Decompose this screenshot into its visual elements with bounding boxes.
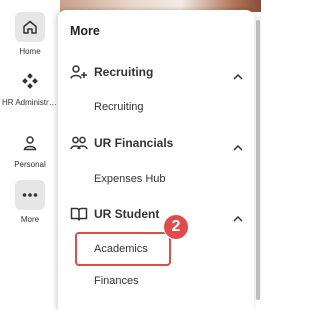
menu-item-finances[interactable]: Finances [94, 275, 139, 287]
chevron-up-icon[interactable] [233, 138, 243, 156]
hr-admin-icon [15, 66, 45, 96]
people-group-icon [70, 134, 88, 152]
section-ur-financials-label: UR Financials [94, 136, 174, 150]
rail-item-home[interactable]: Home [0, 12, 60, 57]
section-ur-student[interactable]: UR Student [70, 204, 243, 227]
home-icon [15, 12, 45, 42]
menu-item-expenses-hub[interactable]: Expenses Hub [94, 173, 166, 185]
section-ur-financials[interactable]: UR Financials [70, 133, 243, 156]
rail-item-hr-administration[interactable]: HR Administrati... [0, 66, 60, 108]
chevron-up-icon[interactable] [233, 209, 243, 227]
section-recruiting-label: Recruiting [94, 65, 154, 79]
rail-item-more[interactable]: More [0, 180, 60, 225]
person-add-icon [70, 63, 88, 81]
book-icon [70, 205, 88, 223]
rail-label-hr-administration: HR Administrati... [2, 98, 60, 107]
left-navigation-rail: Home HR Administrati... Personal More [0, 0, 60, 300]
more-dots-icon [15, 180, 45, 210]
menu-title: More [70, 24, 100, 38]
highlight-box [75, 232, 171, 266]
rail-item-personal[interactable]: Personal [0, 128, 60, 170]
menu-item-recruiting[interactable]: Recruiting [94, 101, 144, 113]
person-icon [15, 128, 45, 158]
scrollbar-thumb[interactable] [256, 20, 260, 300]
chevron-up-icon[interactable] [233, 67, 243, 85]
rail-label-personal: Personal [14, 160, 46, 169]
rail-label-home: Home [19, 47, 41, 56]
section-ur-student-label: UR Student [94, 207, 160, 221]
step-badge: 2 [163, 214, 189, 240]
rail-label-more: More [20, 215, 40, 224]
section-recruiting[interactable]: Recruiting [70, 62, 243, 85]
